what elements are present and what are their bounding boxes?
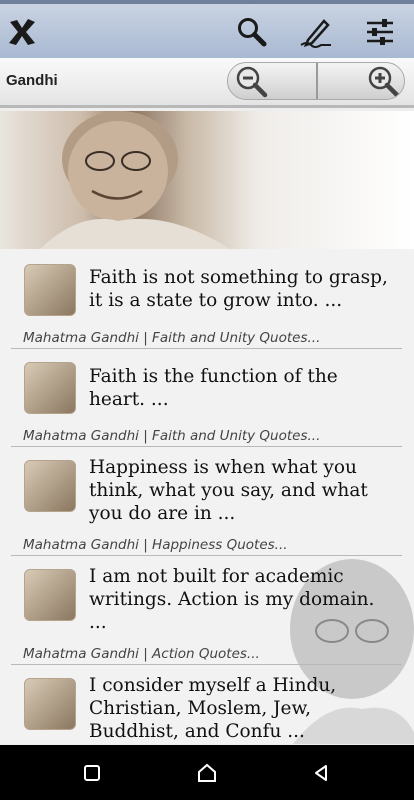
home-icon (198, 763, 216, 782)
quote-source: Mahatma Gandhi | Happiness Quotes... (23, 537, 288, 553)
zoom-in-icon (368, 66, 400, 98)
portrait-illustration (40, 111, 230, 249)
gandhi-thumbnail (24, 362, 76, 414)
page-title: Gandhi (6, 72, 58, 89)
banner-portrait-image (0, 111, 414, 249)
recents-icon (84, 765, 100, 781)
gandhi-thumbnail (24, 678, 76, 730)
quote-source: Mahatma Gandhi | Action Quotes... (23, 646, 260, 662)
back-icon (315, 765, 327, 781)
edit-button[interactable] (294, 10, 338, 54)
quote-text: I consider myself a Hindu, Christian, Mo… (89, 675, 337, 742)
quote-text: Faith is the function of the heart. ... (89, 366, 338, 410)
close-button[interactable] (0, 10, 44, 54)
search-button[interactable] (230, 10, 274, 54)
list-item[interactable]: Faith is the function of the heart. ... … (11, 349, 402, 447)
home-button[interactable] (193, 759, 221, 787)
quote-text: Happiness is when what you think, what y… (89, 457, 368, 524)
quote-text: I am not built for academic writings. Ac… (89, 566, 375, 633)
title-bar: Gandhi (0, 58, 414, 108)
settings-icon (367, 19, 393, 45)
list-item[interactable]: I am not built for academic writings. Ac… (11, 556, 402, 665)
gandhi-thumbnail (24, 569, 76, 621)
zoom-out-icon (236, 66, 268, 98)
list-item[interactable]: I consider myself a Hindu, Christian, Mo… (11, 665, 402, 744)
quote-list[interactable]: Faith is not something to grasp, it is a… (0, 249, 414, 744)
zoom-out-button[interactable] (228, 63, 316, 99)
recents-button[interactable] (78, 759, 106, 787)
zoom-control (227, 62, 405, 100)
list-item[interactable]: Faith is not something to grasp, it is a… (11, 249, 402, 349)
list-item[interactable]: Happiness is when what you think, what y… (11, 447, 402, 556)
gandhi-thumbnail (24, 264, 76, 316)
quote-text: Faith is not something to grasp, it is a… (89, 267, 388, 311)
gandhi-thumbnail (24, 460, 76, 512)
back-button[interactable] (307, 759, 335, 787)
zoom-in-button[interactable] (316, 63, 404, 99)
quote-source: Mahatma Gandhi | Faith and Unity Quotes.… (23, 330, 321, 346)
quote-source: Mahatma Gandhi | Faith and Unity Quotes.… (23, 428, 321, 444)
close-icon (9, 19, 35, 45)
top-toolbar (0, 0, 414, 58)
settings-button[interactable] (358, 10, 402, 54)
edit-icon (300, 19, 331, 48)
system-navigation-bar (0, 745, 414, 800)
search-icon (238, 18, 267, 47)
